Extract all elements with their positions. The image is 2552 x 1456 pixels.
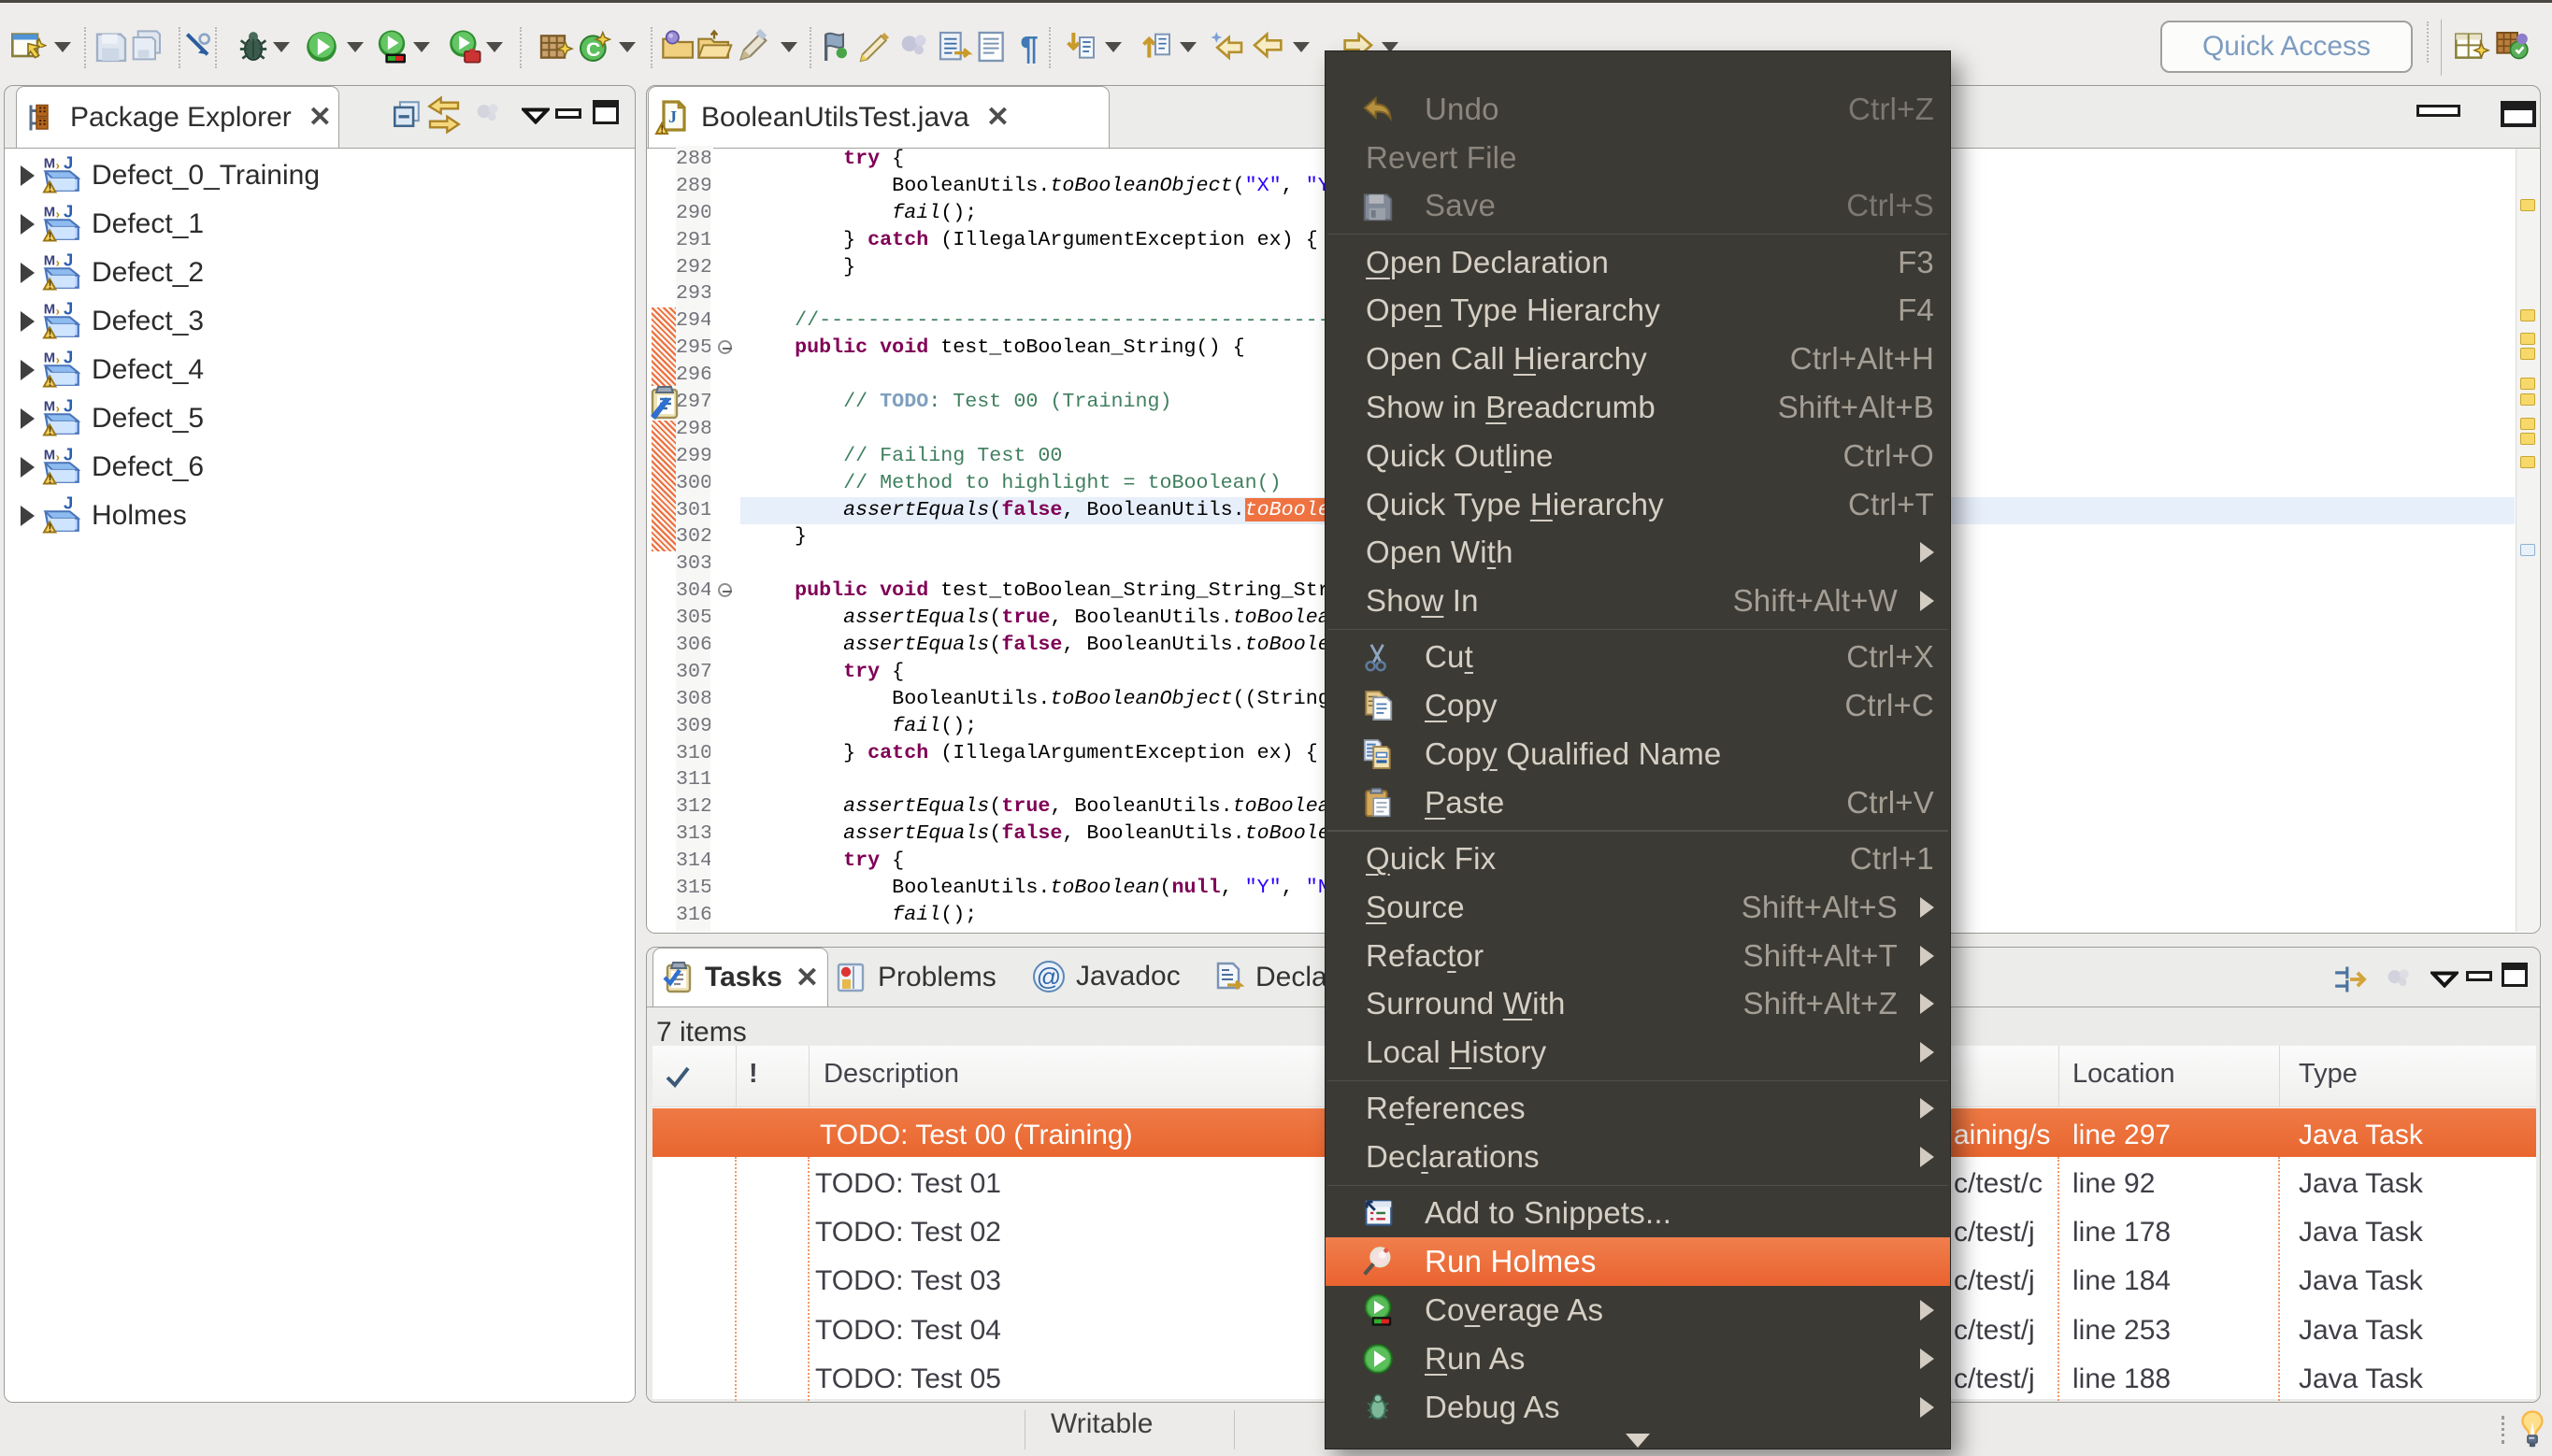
- svg-text:J: J: [64, 155, 73, 173]
- svg-text:J: J: [668, 107, 677, 126]
- svg-text:M: M: [44, 449, 55, 464]
- svg-text:›: ›: [56, 305, 60, 319]
- svg-text:J: J: [64, 252, 73, 270]
- svg-text:›: ›: [56, 402, 60, 416]
- svg-text:!: !: [49, 181, 52, 194]
- svg-text:›: ›: [56, 256, 60, 270]
- svg-text:›: ›: [56, 450, 60, 464]
- svg-text:J: J: [64, 495, 73, 513]
- svg-text:›: ›: [56, 353, 60, 367]
- svg-text:!: !: [49, 327, 52, 340]
- svg-text:!: !: [49, 424, 52, 437]
- svg-text:!: !: [49, 521, 52, 535]
- svg-text:M: M: [44, 400, 55, 415]
- svg-text:J: J: [64, 204, 73, 221]
- svg-text:J: J: [64, 301, 73, 319]
- svg-text:J: J: [64, 350, 73, 367]
- svg-text:!: !: [660, 123, 664, 135]
- svg-text:¶: ¶: [1020, 30, 1038, 65]
- svg-text:M: M: [44, 206, 55, 221]
- svg-text:›: ›: [56, 159, 60, 173]
- svg-text:M: M: [44, 303, 55, 318]
- svg-text:M: M: [44, 157, 55, 172]
- svg-text:!: !: [49, 473, 52, 486]
- svg-text:›: ›: [56, 207, 60, 221]
- svg-text:!: !: [49, 278, 52, 292]
- svg-text:!: !: [49, 230, 52, 243]
- svg-text:J: J: [64, 447, 73, 464]
- svg-text:M: M: [44, 254, 55, 269]
- svg-text:J: J: [64, 398, 73, 416]
- svg-text:M: M: [44, 351, 55, 366]
- svg-text:!: !: [49, 376, 52, 389]
